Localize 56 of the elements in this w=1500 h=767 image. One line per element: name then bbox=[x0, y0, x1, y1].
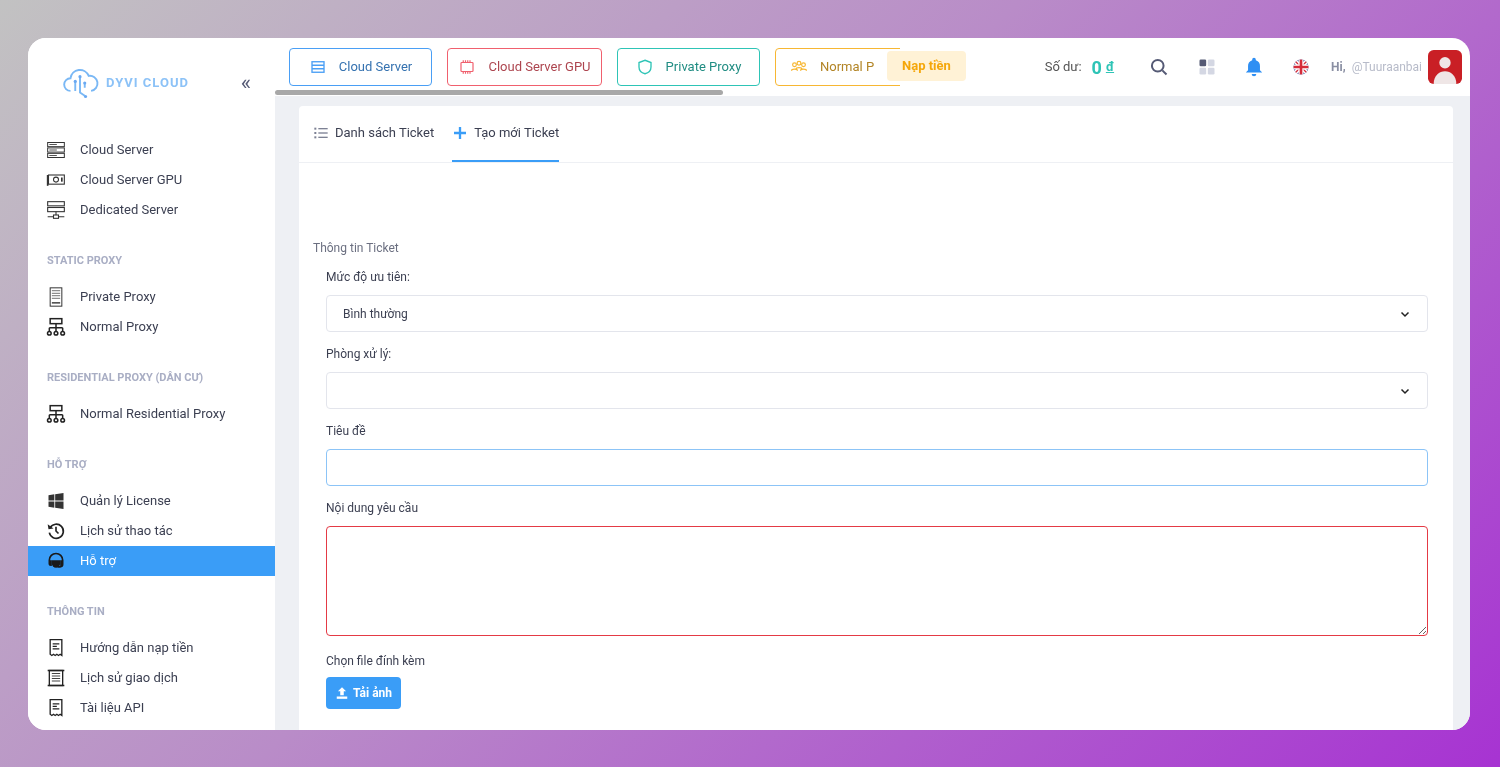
field-label: Chọn file đính kèm bbox=[326, 653, 426, 670]
shield-icon bbox=[635, 58, 654, 76]
field-label: Nội dung yêu cầu bbox=[326, 500, 419, 517]
section-heading: STATIC PROXY bbox=[46, 252, 124, 269]
sidebar-item[interactable]: Lịch sử giao dịch bbox=[28, 663, 275, 693]
text-field[interactable] bbox=[326, 449, 1428, 486]
collapse-button[interactable]: « bbox=[240, 72, 251, 94]
select-field[interactable]: Bình thường bbox=[326, 295, 1428, 332]
textarea-field[interactable] bbox=[326, 526, 1428, 636]
balance-label: Số dư: bbox=[1044, 58, 1082, 77]
sidebar-item[interactable]: Hướng dẫn nạp tiền bbox=[28, 633, 275, 663]
shortcut-button[interactable]: Cloud Server bbox=[289, 48, 432, 86]
greeting-text: Hi, bbox=[1331, 59, 1346, 76]
ticket-tab[interactable]: Danh sách Ticket bbox=[313, 106, 435, 162]
sidebar-item[interactable]: Dedicated Server bbox=[28, 195, 275, 225]
sidebar-item[interactable]: Lịch sử thao tác bbox=[28, 516, 275, 546]
sidebar-item[interactable]: Cloud Server bbox=[28, 135, 275, 165]
windows-icon bbox=[46, 491, 66, 511]
sidebar-item[interactable]: Normal Proxy bbox=[28, 312, 275, 342]
network-icon bbox=[46, 317, 66, 337]
field-label: Mức độ ưu tiên: bbox=[326, 269, 411, 286]
sidebar-item[interactable]: Quản lý License bbox=[28, 486, 275, 516]
currency-symbol: đ bbox=[1105, 58, 1115, 77]
section-title: Thông tin Ticket bbox=[313, 240, 400, 257]
section-heading: THÔNG TIN bbox=[46, 603, 106, 620]
field-label: Tiêu đề bbox=[326, 423, 367, 440]
sidebar-item[interactable]: Private Proxy bbox=[28, 282, 275, 312]
sidebar-item[interactable]: Tài liệu API bbox=[28, 693, 275, 723]
apps-grid-icon bbox=[1197, 57, 1218, 77]
balance-value: 0 bbox=[1091, 55, 1102, 80]
avatar bbox=[1428, 50, 1462, 84]
select-field[interactable] bbox=[326, 372, 1428, 409]
chip-icon bbox=[458, 58, 477, 76]
shortcut-button[interactable]: Normal P bbox=[775, 48, 900, 86]
search-icon bbox=[1149, 57, 1170, 77]
sidebar-item[interactable]: Cloud Server GPU bbox=[28, 165, 275, 195]
server-rack-icon bbox=[46, 140, 66, 160]
username: @Tuuraanbai bbox=[1351, 59, 1422, 76]
upload-icon bbox=[335, 686, 349, 700]
plus-icon bbox=[452, 125, 469, 141]
shortcut-button[interactable]: Cloud Server GPU bbox=[447, 48, 602, 86]
sidebar-item[interactable]: Normal Residential Proxy bbox=[28, 399, 275, 429]
shortcut-button[interactable]: Private Proxy bbox=[617, 48, 760, 86]
brand-name: DYVI CLOUD bbox=[106, 74, 189, 93]
list-icon bbox=[313, 125, 329, 141]
scroll-icon bbox=[46, 668, 66, 688]
field-label: Phòng xử lý: bbox=[326, 346, 393, 363]
section-heading: HỖ TRỢ bbox=[46, 456, 88, 473]
server-icon bbox=[46, 200, 66, 220]
scrollbar[interactable] bbox=[275, 90, 723, 95]
server-icon bbox=[308, 58, 327, 76]
headset-icon bbox=[46, 551, 66, 571]
section-heading: RESIDENTIAL PROXY (DÂN CƯ) bbox=[46, 369, 205, 386]
network-icon bbox=[46, 404, 66, 424]
history-icon bbox=[46, 521, 66, 541]
ticket-tab[interactable]: Tạo mới Ticket bbox=[452, 106, 560, 162]
